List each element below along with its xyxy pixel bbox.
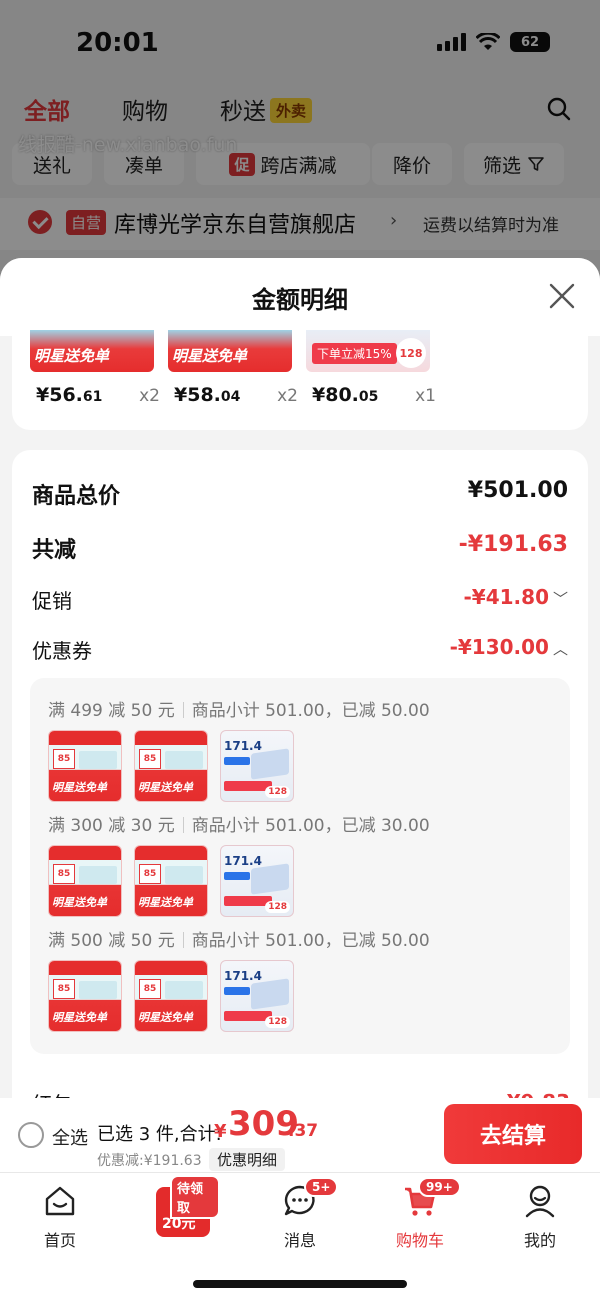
items-card: 明星送免单 ¥56.61 x2 明星送免单 ¥58.04 x2 下单立减15% … bbox=[12, 330, 588, 430]
row-total: 商品总价 ¥501.00 bbox=[32, 478, 568, 512]
row-coupon[interactable]: 优惠券 -¥130.00 ︿ bbox=[32, 635, 568, 669]
coupon-rule: 满 300 减 30 元商品小计 501.00，已减 30.00 bbox=[48, 816, 430, 836]
total-value: ¥501.00 bbox=[467, 478, 568, 503]
checkout-button[interactable]: 去结算 bbox=[444, 1104, 582, 1164]
product-thumbnail: 85 明星送免单 bbox=[48, 730, 122, 802]
chevron-up-icon: ︿ bbox=[552, 640, 568, 658]
chevron-down-icon: ﹀ bbox=[552, 590, 568, 608]
tab-home-label: 首页 bbox=[43, 1231, 76, 1250]
tab-home[interactable]: 首页 bbox=[20, 1181, 100, 1251]
total-currency: ¥ bbox=[214, 1121, 227, 1142]
product-thumbnail: 下单立减15% 128 bbox=[306, 330, 430, 372]
item-quantity: x1 bbox=[415, 386, 436, 406]
product-thumbnail: 85 明星送免单 bbox=[134, 960, 208, 1032]
product-thumbnail: 171.4 128 bbox=[220, 845, 294, 917]
price-detail-card: 商品总价 ¥501.00 共减 -¥191.63 促销 -¥41.80 ﹀ 优惠券… bbox=[12, 450, 588, 1130]
home-indicator bbox=[193, 1280, 407, 1288]
row-promotion[interactable]: 促销 -¥41.80 ﹀ bbox=[32, 585, 568, 619]
tab-messages[interactable]: 5+ 消息 bbox=[260, 1177, 340, 1251]
red-packet-promo[interactable]: 20元 待领取 bbox=[150, 1175, 220, 1239]
product-thumbnail: 171.4 128 bbox=[220, 960, 294, 1032]
home-icon bbox=[45, 1186, 75, 1216]
item-card[interactable]: 明星送免单 ¥56.61 x2 bbox=[30, 330, 160, 430]
product-thumbnail: 明星送免单 bbox=[168, 330, 292, 372]
promotion-label: 促销 bbox=[32, 589, 72, 613]
cart-badge: 99+ bbox=[418, 1177, 461, 1197]
sheet-title: 金额明细 bbox=[252, 286, 348, 314]
item-quantity: x2 bbox=[277, 386, 298, 406]
product-thumbnail: 85 明星送免单 bbox=[48, 845, 122, 917]
item-price: ¥58.04 bbox=[174, 384, 241, 406]
tab-mine-label: 我的 bbox=[523, 1231, 556, 1250]
item-card[interactable]: 下单立减15% 128 ¥80.05 x1 bbox=[306, 330, 436, 430]
discount-detail-link[interactable]: 优惠明细 bbox=[209, 1148, 286, 1171]
coupon-label: 优惠券 bbox=[32, 639, 92, 663]
tab-cart[interactable]: 99+ 购物车 bbox=[380, 1177, 461, 1251]
user-icon bbox=[525, 1185, 555, 1218]
select-all-label[interactable]: 全选 bbox=[52, 1124, 88, 1150]
tab-cart-label: 购物车 bbox=[395, 1231, 444, 1250]
product-thumbnail: 85 明星送免单 bbox=[48, 960, 122, 1032]
product-thumbnail: 171.4 128 bbox=[220, 730, 294, 802]
selected-summary: 已选 3 件,合计: bbox=[97, 1124, 222, 1145]
item-card[interactable]: 明星送免单 ¥58.04 x2 bbox=[168, 330, 298, 430]
coupon-breakdown: 满 499 减 50 元商品小计 501.00，已减 50.00 85 明星送免单… bbox=[30, 678, 570, 1054]
saved-amount: 优惠减:¥191.63 bbox=[97, 1153, 202, 1169]
red-packet-tag: 待领取 bbox=[170, 1175, 220, 1219]
close-icon[interactable] bbox=[546, 280, 578, 312]
discount-label: 共减 bbox=[32, 538, 77, 563]
product-thumbnail: 85 明星送免单 bbox=[134, 730, 208, 802]
item-price: ¥56.61 bbox=[36, 384, 103, 406]
item-price: ¥80.05 bbox=[312, 384, 379, 406]
item-quantity: x2 bbox=[139, 386, 160, 406]
select-all-checkbox[interactable] bbox=[18, 1122, 44, 1148]
product-thumbnail: 85 明星送免单 bbox=[134, 845, 208, 917]
product-thumbnail: 明星送免单 bbox=[30, 330, 154, 372]
coupon-products: 85 明星送免单 85 明星送免单 171.4 128 bbox=[48, 960, 348, 1032]
sheet-header: 金额明细 bbox=[0, 258, 600, 336]
coupon-products: 85 明星送免单 85 明星送免单 171.4 128 bbox=[48, 730, 348, 802]
coupon-rule: 满 499 减 50 元商品小计 501.00，已减 50.00 bbox=[48, 701, 430, 721]
total-label: 商品总价 bbox=[32, 484, 121, 509]
promotion-value: -¥41.80 ﹀ bbox=[463, 585, 569, 609]
checkout-bar: 全选 已选 3 件,合计: ¥ 309 .37 优惠减:¥191.63 优惠明细… bbox=[0, 1098, 600, 1172]
total-decimal: .37 bbox=[288, 1121, 319, 1141]
tab-mine[interactable]: 我的 bbox=[500, 1181, 580, 1251]
discount-value: -¥191.63 bbox=[458, 532, 568, 557]
messages-badge: 5+ bbox=[304, 1177, 339, 1197]
row-discount: 共减 -¥191.63 bbox=[32, 532, 568, 566]
coupon-value: -¥130.00 ︿ bbox=[449, 635, 568, 659]
coupon-products: 85 明星送免单 85 明星送免单 171.4 128 bbox=[48, 845, 348, 917]
coupon-rule: 满 500 减 50 元商品小计 501.00，已减 50.00 bbox=[48, 931, 430, 951]
tab-messages-label: 消息 bbox=[283, 1231, 316, 1250]
